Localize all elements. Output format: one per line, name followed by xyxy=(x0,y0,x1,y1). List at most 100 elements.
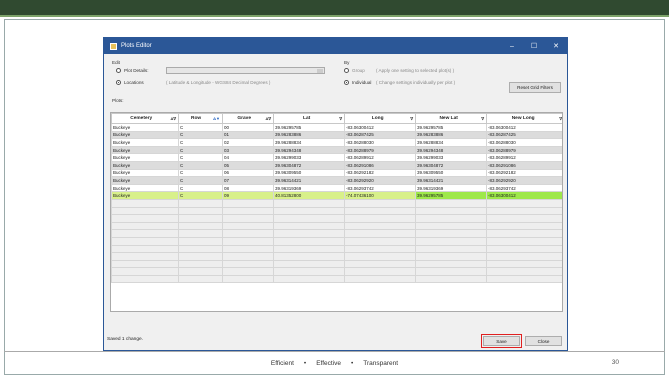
table-cell[interactable]: 39.96295785 xyxy=(415,123,487,132)
sort-filter-icon[interactable]: Δ▼ xyxy=(213,116,220,121)
table-row[interactable]: Buckeye C 06 39.96309550 -83.06292182 39.9630… xyxy=(111,168,562,178)
empty-cell xyxy=(344,221,416,231)
empty-cell xyxy=(486,274,562,284)
empty-cell xyxy=(344,206,416,216)
table-cell: C xyxy=(178,145,223,155)
empty-cell xyxy=(273,267,345,276)
table-cell: -83.06288030 xyxy=(344,138,416,147)
plot-details-radio[interactable] xyxy=(116,68,121,73)
empty-cell xyxy=(178,214,223,223)
table-row[interactable]: Buckeye C 01 39.96283886 -83.06287425 39.9628… xyxy=(111,130,562,140)
empty-cell xyxy=(178,198,223,208)
table-cell: Buckeye xyxy=(111,183,179,193)
empty-cell xyxy=(178,229,223,238)
empty-cell xyxy=(178,206,223,216)
individual-radio[interactable] xyxy=(344,80,349,85)
column-header-lat[interactable]: Lat ∇ xyxy=(273,113,345,124)
empty-row xyxy=(111,244,562,254)
column-header-long[interactable]: Long ∇ xyxy=(344,113,416,124)
empty-cell xyxy=(486,267,562,276)
table-row[interactable]: Buckeye C 03 39.96294348 -83.06288979 39.9629… xyxy=(111,145,562,155)
empty-cell xyxy=(344,236,416,246)
empty-cell xyxy=(415,244,487,254)
table-cell[interactable]: 39.96283886 xyxy=(415,130,487,140)
table-cell[interactable]: 39.96314421 xyxy=(415,176,487,185)
group-radio[interactable] xyxy=(344,68,349,73)
table-cell[interactable]: 39.96319369 xyxy=(415,183,487,193)
table-cell: C xyxy=(178,138,223,147)
save-button[interactable]: Save xyxy=(481,334,522,348)
table-cell[interactable]: 39.96288834 xyxy=(415,138,487,147)
table-cell: C xyxy=(178,123,223,132)
table-row[interactable]: Buckeye C 05 39.96304872 -83.06291086 39.9630… xyxy=(111,160,562,170)
table-cell[interactable]: -83.06288979 xyxy=(486,145,562,155)
table-cell: 00 xyxy=(222,123,274,132)
table-cell: Buckeye xyxy=(111,138,179,147)
filter-icon[interactable]: ∇ xyxy=(339,116,342,121)
filter-icon[interactable]: ∇ xyxy=(481,116,484,121)
filter-icon[interactable]: ∇ xyxy=(559,116,562,121)
table-cell[interactable]: -83.06291086 xyxy=(486,160,562,170)
group-label: Group xyxy=(352,68,365,73)
empty-cell xyxy=(486,221,562,231)
empty-cell xyxy=(222,274,274,284)
maximize-icon[interactable]: ☐ xyxy=(523,42,545,50)
table-cell: Buckeye xyxy=(111,145,179,155)
column-header-cemetery[interactable]: Cemetery Δ∇ xyxy=(111,113,179,124)
close-button[interactable]: Close xyxy=(525,336,562,346)
table-row[interactable]: Buckeye C 02 39.96288834 -83.06288030 39.9628… xyxy=(111,138,562,147)
table-cell[interactable]: 39.96304872 xyxy=(415,160,487,170)
table-row[interactable]: Buckeye C 09 40.81352800 -74.07436100 39.9629… xyxy=(111,191,562,200)
table-cell: -83.06291086 xyxy=(344,160,416,170)
column-header-row[interactable]: Row Δ▼ xyxy=(178,113,223,124)
table-cell: 03 xyxy=(222,145,274,155)
table-row[interactable]: Buckeye C 00 39.96295785 -83.06300412 39.9629… xyxy=(111,123,562,132)
table-row[interactable]: Buckeye C 04 39.96299033 -83.06289912 39.9629… xyxy=(111,153,562,162)
table-cell[interactable]: -83.06300412 xyxy=(486,191,562,200)
locations-label: Locations xyxy=(124,80,144,85)
empty-cell xyxy=(178,267,223,276)
table-cell[interactable]: 39.96309550 xyxy=(415,168,487,178)
column-header-new-lat[interactable]: New Lat ∇ xyxy=(415,113,487,124)
locations-radio[interactable] xyxy=(116,80,121,85)
table-cell: 39.96314421 xyxy=(273,176,345,185)
footer-item: Transparent xyxy=(363,360,399,367)
table-cell[interactable]: -83.06292182 xyxy=(486,168,562,178)
table-cell[interactable]: -83.06300412 xyxy=(486,123,562,132)
table-cell: 39.96319369 xyxy=(273,183,345,193)
close-icon[interactable]: ✕ xyxy=(545,42,567,50)
empty-row xyxy=(111,252,562,261)
reset-grid-filters-button[interactable]: Reset Grid Filters xyxy=(509,82,561,93)
column-header-label: Row xyxy=(191,116,202,121)
table-cell: 39.96309550 xyxy=(273,168,345,178)
empty-cell xyxy=(111,244,179,254)
plots-table: Cemetery Δ∇ Row Δ▼ Grave Δ∇ Lat ∇ Long ∇ New … xyxy=(111,113,562,284)
sort-filter-icon[interactable]: Δ∇ xyxy=(170,116,176,121)
minimize-icon[interactable]: – xyxy=(501,43,523,50)
table-cell[interactable]: -83.06292920 xyxy=(486,176,562,185)
empty-cell xyxy=(222,244,274,254)
table-cell[interactable]: -83.06288030 xyxy=(486,138,562,147)
plot-details-label: Plot Details: xyxy=(124,68,149,73)
filter-icon[interactable]: ∇ xyxy=(410,116,413,121)
column-header-new-long[interactable]: New Long ∇ xyxy=(486,113,562,124)
table-cell[interactable]: 39.96295785 xyxy=(415,191,487,200)
plot-details-dropdown[interactable] xyxy=(166,67,325,74)
table-cell[interactable]: 39.96299033 xyxy=(415,153,487,162)
sort-filter-icon[interactable]: Δ∇ xyxy=(265,116,271,121)
table-cell[interactable]: -83.06289912 xyxy=(486,153,562,162)
table-cell[interactable]: -83.06287425 xyxy=(486,130,562,140)
table-cell: -74.07436100 xyxy=(344,191,416,200)
empty-row xyxy=(111,229,562,238)
column-header-grave[interactable]: Grave Δ∇ xyxy=(222,113,274,124)
table-cell: Buckeye xyxy=(111,130,179,140)
empty-cell xyxy=(273,244,345,254)
table-cell: 39.96299033 xyxy=(273,153,345,162)
table-cell[interactable]: 39.96294348 xyxy=(415,145,487,155)
table-row[interactable]: Buckeye C 08 39.96319369 -83.06293742 39.9631… xyxy=(111,183,562,193)
table-cell: -83.06292920 xyxy=(344,176,416,185)
table-cell: C xyxy=(178,160,223,170)
table-row[interactable]: Buckeye C 07 39.96314421 -83.06292920 39.9631… xyxy=(111,176,562,185)
individual-hint: ( Change settings individually per plot … xyxy=(376,80,456,85)
table-cell[interactable]: -83.06293742 xyxy=(486,183,562,193)
